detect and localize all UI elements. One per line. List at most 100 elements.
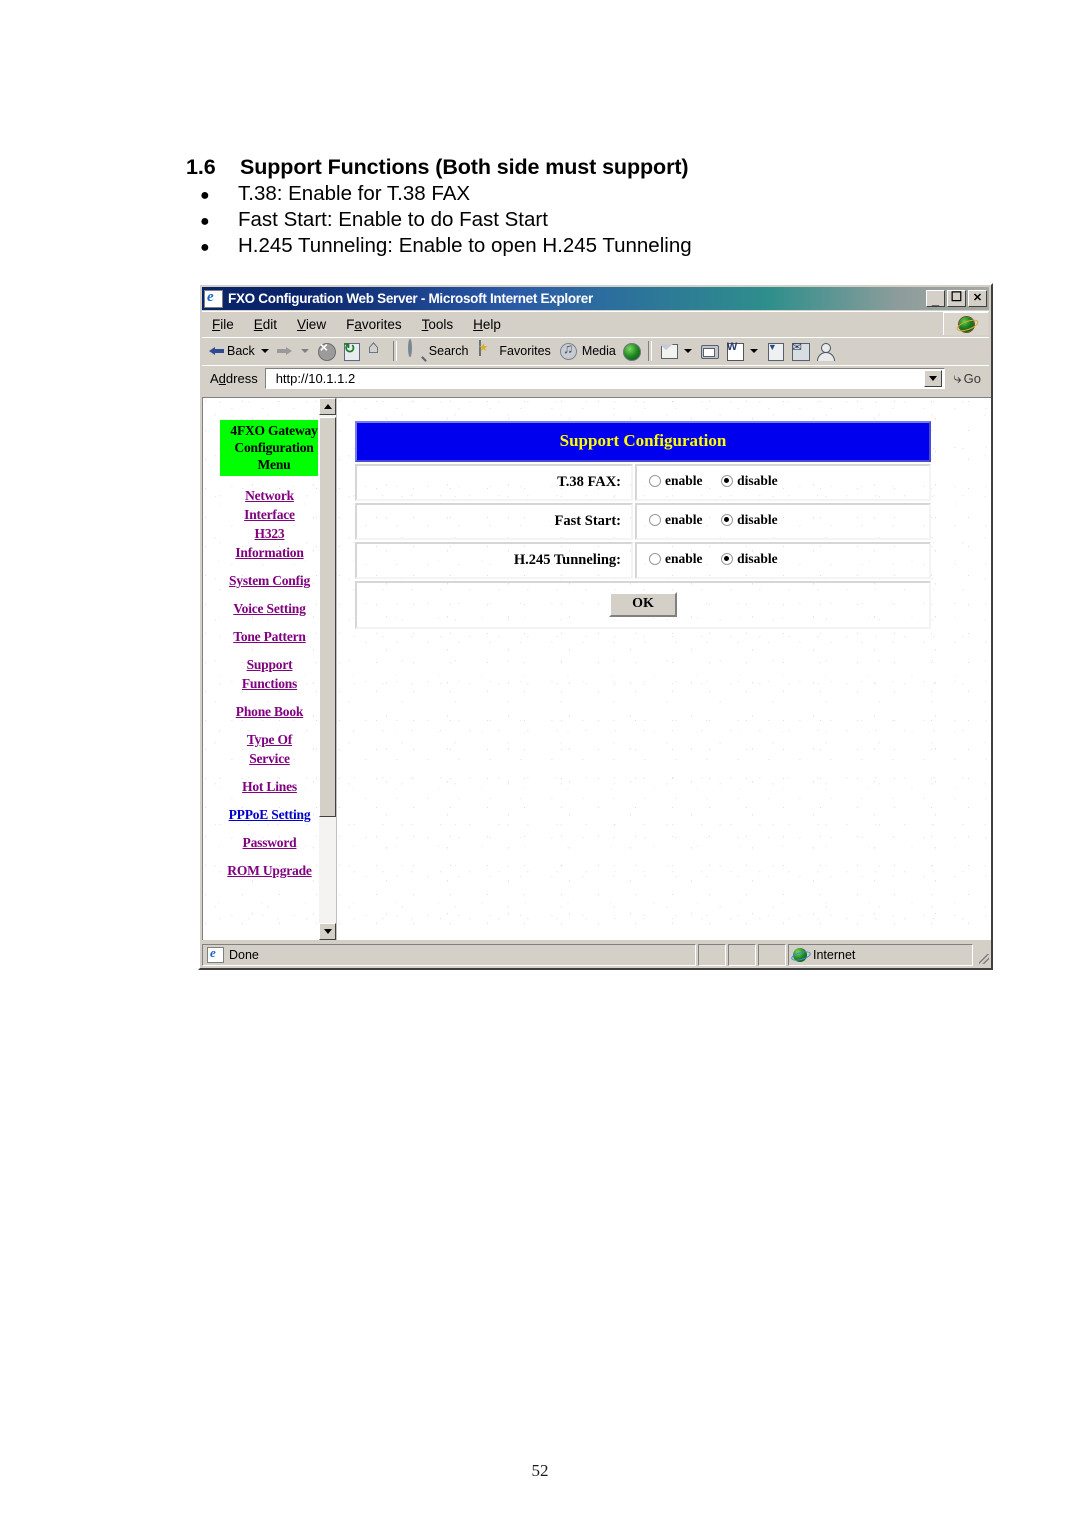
- sidebar-item-interface[interactable]: Interface: [203, 505, 336, 524]
- address-input-value: http://10.1.1.2: [275, 370, 356, 386]
- favorites-button[interactable]: Favorites: [471, 340, 553, 363]
- person-icon[interactable]: [815, 341, 836, 361]
- address-dropdown-button[interactable]: [924, 369, 943, 387]
- toolbar-separator: [647, 341, 652, 361]
- sidebar-item-phone-book[interactable]: Phone Book: [203, 702, 336, 721]
- sidebar-item-password[interactable]: Password: [203, 833, 336, 852]
- support-configuration-table: Support Configuration T.38 FAX: enable d…: [353, 419, 933, 631]
- mail-icon[interactable]: [658, 341, 679, 361]
- menu-frame-scrollbar[interactable]: [318, 398, 336, 940]
- media-icon: [559, 340, 580, 361]
- media-button[interactable]: Media: [554, 340, 619, 363]
- list-item-label: Fast Start: Enable to do Fast Start: [238, 208, 548, 231]
- sidebar-item-information[interactable]: Information: [203, 543, 336, 562]
- home-icon[interactable]: [366, 337, 387, 361]
- list-item-label: H.245 Tunneling: Enable to open H.245 Tu…: [238, 234, 692, 257]
- back-history-chevron-down-icon[interactable]: [260, 349, 269, 353]
- address-input[interactable]: http://10.1.1.2: [264, 367, 946, 389]
- internet-explorer-icon: [207, 945, 224, 963]
- back-button[interactable]: Back: [206, 340, 258, 363]
- forward-history-chevron-down-icon[interactable]: [300, 349, 309, 353]
- internet-explorer-icon: [204, 289, 223, 308]
- search-icon: [406, 339, 427, 361]
- ok-button[interactable]: OK: [609, 592, 677, 617]
- security-zone-label: Internet: [813, 948, 856, 962]
- edit-chevron-down-icon[interactable]: [749, 349, 758, 353]
- window-title: FXO Configuration Web Server - Microsoft…: [228, 291, 593, 306]
- radio-circle-selected-icon: [721, 475, 734, 487]
- menu-heading-line: Configuration: [234, 440, 314, 455]
- close-button[interactable]: ✕: [968, 290, 987, 307]
- sidebar-item-pppoe-setting[interactable]: PPPoE Setting: [203, 805, 336, 824]
- section-number: 1.6: [186, 155, 216, 179]
- page-viewport: 4FXO Gateway Configuration Menu Network …: [202, 397, 991, 940]
- sidebar-item-type-of[interactable]: Type Of: [203, 730, 336, 749]
- sidebar-item-h323[interactable]: H323: [203, 524, 336, 543]
- scrollbar-thumb[interactable]: [319, 417, 336, 817]
- form-header-title: Support Configuration: [355, 421, 931, 462]
- sidebar-item-network[interactable]: Network: [203, 486, 336, 505]
- status-panel-1: [698, 944, 726, 966]
- content-frame: Support Configuration T.38 FAX: enable d…: [336, 398, 991, 940]
- search-button[interactable]: Search: [401, 339, 472, 363]
- sidebar-item-service[interactable]: Service: [203, 749, 336, 768]
- resize-grip[interactable]: [975, 944, 991, 966]
- fast-start-disable-radio[interactable]: disable: [721, 512, 793, 528]
- sidebar-item-tone-pattern[interactable]: Tone Pattern: [203, 627, 336, 646]
- fast-start-enable-radio[interactable]: enable: [649, 512, 718, 528]
- menu-item-tools[interactable]: Tools: [412, 317, 464, 332]
- table-row: Fast Start: enable disable: [355, 503, 931, 540]
- menu-item-favorites[interactable]: Favorites: [336, 317, 412, 332]
- arrow-left-icon: [209, 346, 224, 357]
- sidebar-item-functions[interactable]: Functions: [203, 674, 336, 693]
- sidebar-item-support[interactable]: Support: [203, 655, 336, 674]
- discuss-icon[interactable]: [765, 341, 786, 361]
- maximize-button[interactable]: ☐: [947, 290, 966, 307]
- globe-icon: [793, 948, 807, 962]
- submit-row: OK: [355, 581, 931, 629]
- security-zone-panel[interactable]: Internet: [788, 944, 973, 966]
- sidebar-item-hot-lines[interactable]: Hot Lines: [203, 777, 336, 796]
- forward-button[interactable]: [274, 340, 298, 363]
- menu-item-view[interactable]: View: [287, 317, 336, 332]
- go-arrow-icon: ⤷: [953, 369, 962, 387]
- sidebar-item-system-config[interactable]: System Config: [203, 571, 336, 590]
- scroll-down-button[interactable]: [319, 923, 336, 940]
- radio-circle-icon: [649, 514, 661, 526]
- table-header-row: Support Configuration: [355, 421, 931, 462]
- bullet-dot-icon: ●: [200, 239, 210, 256]
- menu-frame: 4FXO Gateway Configuration Menu Network …: [203, 398, 336, 940]
- minimize-button[interactable]: _: [926, 290, 945, 307]
- print-icon[interactable]: [699, 341, 720, 361]
- h245-tunneling-disable-label: disable: [737, 551, 778, 566]
- t38-fax-disable-label: disable: [737, 473, 778, 488]
- stop-icon[interactable]: [316, 341, 337, 361]
- menu-item-help[interactable]: Help: [463, 317, 511, 332]
- history-icon[interactable]: [621, 341, 642, 361]
- table-row: T.38 FAX: enable disable: [355, 464, 931, 501]
- h245-tunneling-disable-radio[interactable]: disable: [721, 551, 793, 567]
- back-button-label: Back: [227, 344, 255, 358]
- h245-tunneling-enable-radio[interactable]: enable: [649, 551, 718, 567]
- menu-item-edit[interactable]: Edit: [244, 317, 287, 332]
- messenger-icon[interactable]: [790, 341, 811, 361]
- t38-fax-disable-radio[interactable]: disable: [721, 473, 793, 489]
- go-button[interactable]: ⤷ Go: [945, 371, 987, 386]
- section-title: Support Functions (Both side must suppor…: [240, 155, 689, 179]
- browser-window: FXO Configuration Web Server - Microsoft…: [198, 283, 993, 970]
- refresh-icon[interactable]: [341, 341, 362, 361]
- go-button-label: Go: [963, 370, 981, 386]
- edit-icon[interactable]: [724, 341, 745, 361]
- scroll-up-button[interactable]: [319, 398, 336, 415]
- menu-item-file[interactable]: File: [202, 317, 244, 332]
- t38-fax-enable-radio[interactable]: enable: [649, 473, 718, 489]
- mail-chevron-down-icon[interactable]: [683, 349, 692, 353]
- sidebar-item-rom-upgrade[interactable]: ROM Upgrade: [203, 861, 336, 880]
- sidebar-item-voice-setting[interactable]: Voice Setting: [203, 599, 336, 618]
